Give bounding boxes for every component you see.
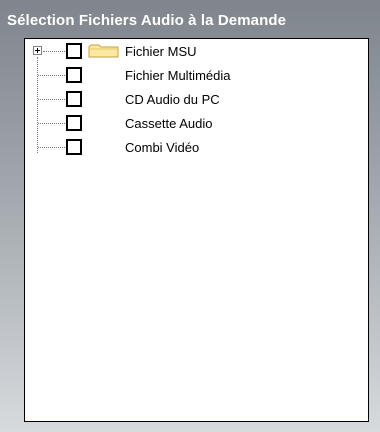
tree-item-fichier-msu[interactable]: Fichier MSU	[25, 39, 368, 63]
tree-item-label: Fichier Multimédia	[125, 68, 231, 83]
checkbox-fichier-multimedia[interactable]	[66, 67, 82, 83]
checkbox-fichier-msu[interactable]	[66, 43, 82, 59]
tree-item-label: Fichier MSU	[125, 44, 197, 59]
tree-item-combi-video[interactable]: Combi Vidéo	[25, 135, 368, 159]
checkbox-cassette-audio[interactable]	[66, 115, 82, 131]
tree-item-label: Combi Vidéo	[125, 140, 200, 155]
file-tree[interactable]: Fichier MSU Fichier Multimédia CD Audio …	[24, 38, 369, 422]
panel-title: Sélection Fichiers Audio à la Demande	[7, 12, 287, 29]
tree-item-fichier-multimedia[interactable]: Fichier Multimédia	[25, 63, 368, 87]
folder-icon	[88, 44, 119, 58]
tree-item-label: CD Audio du PC	[125, 92, 220, 107]
audio-selection-panel: Sélection Fichiers Audio à la Demande Fi…	[0, 0, 380, 432]
checkbox-combi-video[interactable]	[66, 139, 82, 155]
tree-item-label: Cassette Audio	[125, 116, 213, 131]
tree-item-cassette-audio[interactable]: Cassette Audio	[25, 111, 368, 135]
expand-plus-icon[interactable]	[33, 46, 42, 55]
checkbox-cd-audio[interactable]	[66, 91, 82, 107]
tree-item-cd-audio[interactable]: CD Audio du PC	[25, 87, 368, 111]
